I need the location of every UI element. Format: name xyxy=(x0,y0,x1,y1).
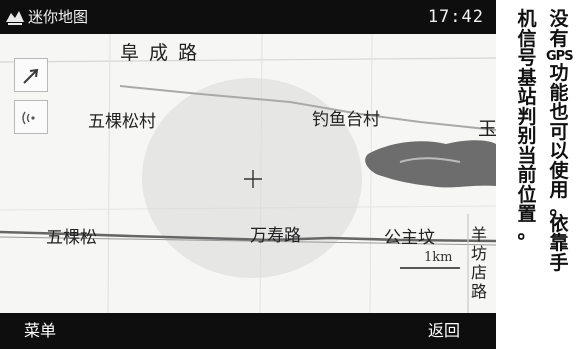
arrow-cursor-icon xyxy=(23,68,39,84)
caption-glyph: 手 xyxy=(549,251,569,274)
phone-screen: 迷你地图 17:42 阜 成 路 五棵松村 钓鱼台村 玉 五棵松 万寿路 公主坟… xyxy=(0,0,496,349)
signal-icon xyxy=(22,111,35,125)
map-view[interactable]: 阜 成 路 五棵松村 钓鱼台村 玉 五棵松 万寿路 公主坟 羊 坊 店 路 1k… xyxy=(0,34,496,313)
caption-glyph: 没 xyxy=(549,8,569,30)
place-label-wukesong: 五棵松 xyxy=(46,228,97,248)
menu-softkey[interactable]: 菜单 xyxy=(24,321,56,341)
caption-glyph: 号 xyxy=(517,47,537,69)
signal-tool-button[interactable] xyxy=(14,100,48,134)
caption-glyph: 。 xyxy=(517,220,537,243)
road-label-yangfangdian: 羊 坊 店 路 xyxy=(470,225,488,302)
road-label-char: 坊 xyxy=(470,243,487,263)
map-app-icon xyxy=(6,11,24,25)
scale-label: 1km xyxy=(424,250,453,265)
road-label-top: 阜 成 路 xyxy=(120,42,200,64)
place-label-diaoyutai: 钓鱼台村 xyxy=(312,110,380,130)
caption: 没有 GPS 功能也可以使用。依靠手 机信号基站判别当前位置。 xyxy=(496,0,578,349)
road-label-wanshou: 万寿路 xyxy=(250,226,301,246)
caption-line-2: 机信号基站判别当前位置。 xyxy=(514,8,540,243)
road-label-char: 店 xyxy=(470,262,487,282)
caption-glyph: 有 xyxy=(549,27,569,50)
place-label-edge: 玉 xyxy=(478,118,496,140)
caption-glyph: 机 xyxy=(517,8,537,30)
back-softkey[interactable]: 返回 xyxy=(428,321,460,341)
caption-glyph: 前 xyxy=(517,164,537,186)
app-title: 迷你地图 xyxy=(28,8,89,26)
caption-glyph: 靠 xyxy=(549,232,569,254)
road-label-char: 路 xyxy=(470,281,487,301)
zoom-tool-button[interactable] xyxy=(14,58,48,92)
road-label-char: 羊 xyxy=(470,225,487,244)
caption-glyph: 功 xyxy=(549,62,569,84)
caption-glyph: 别 xyxy=(517,125,537,147)
caption-column-1: 没有 GPS 功能也可以使用。依靠手 xyxy=(546,8,574,274)
caption-glyph: 也 xyxy=(549,101,569,123)
place-label-wukesongcun: 五棵松村 xyxy=(88,112,156,132)
caption-line-1: 没有 GPS 功能也可以使用。依靠手 xyxy=(546,8,574,274)
softkey-bar: 菜单 返回 xyxy=(0,313,496,349)
caption-column-2: 机信号基站判别当前位置。 xyxy=(514,8,540,243)
status-bar: 迷你地图 17:42 xyxy=(0,0,496,34)
place-label-gongzhufen: 公主坟 xyxy=(384,228,435,248)
caption-glyph: 以 xyxy=(549,140,569,162)
map-base xyxy=(0,34,496,313)
caption-glyph: 站 xyxy=(517,86,537,108)
status-time: 17:42 xyxy=(427,7,484,27)
